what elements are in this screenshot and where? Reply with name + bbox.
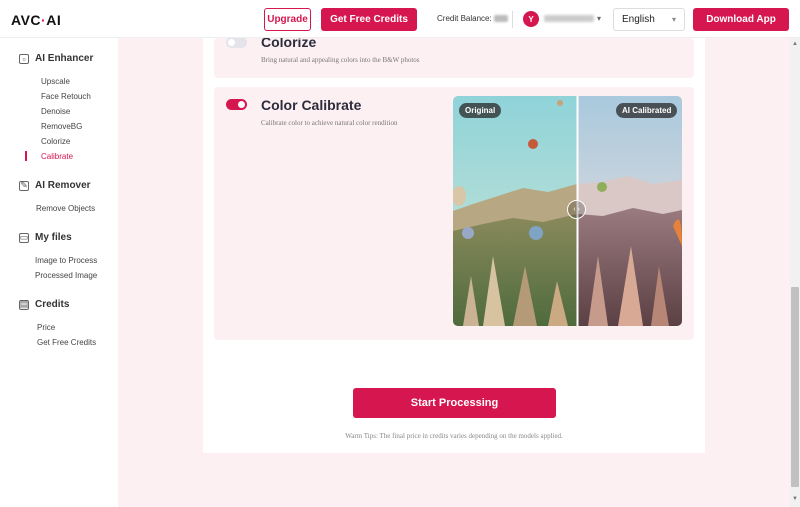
credit-balance-label: Credit Balance: — [437, 14, 492, 23]
sidebar-item-upscale[interactable]: Upscale — [41, 77, 70, 86]
original-label: Original — [459, 103, 502, 118]
warm-tips: Warm Tips: The final price in credits va… — [345, 432, 563, 440]
color-calibrate-description: Calibrate color to achieve natural color… — [261, 119, 398, 127]
image-icon: ▫ — [19, 53, 29, 64]
sidebar-item-face-retouch[interactable]: Face Retouch — [41, 92, 91, 101]
active-indicator — [25, 151, 27, 161]
section-title: AI Enhancer — [35, 53, 94, 64]
chevron-down-icon[interactable]: ▾ — [597, 14, 601, 23]
toggle-knob — [228, 39, 235, 46]
sidebar-item-get-free-credits[interactable]: Get Free Credits — [37, 338, 96, 347]
credit-balance-value-redacted — [493, 15, 508, 23]
user-email-redacted[interactable] — [544, 15, 594, 22]
sidebar-item-price[interactable]: Price — [37, 323, 55, 332]
start-processing-button[interactable]: Start Processing — [353, 388, 556, 418]
sidebar-item-calibrate[interactable]: Calibrate — [41, 152, 73, 161]
color-calibrate-title: Color Calibrate — [261, 97, 362, 113]
folder-icon: ▭ — [19, 232, 29, 243]
language-label: English — [622, 14, 655, 25]
scroll-down-arrow-icon[interactable]: ▼ — [792, 496, 798, 502]
download-app-button[interactable]: Download App — [693, 8, 789, 31]
sidebar-item-processed-image[interactable]: Processed Image — [35, 271, 97, 280]
credit-balance: Credit Balance: — [437, 14, 508, 23]
section-title: AI Remover — [35, 180, 91, 191]
colorize-toggle[interactable] — [226, 37, 247, 48]
sidebar-item-colorize[interactable]: Colorize — [41, 137, 70, 146]
upgrade-button[interactable]: Upgrade — [264, 8, 311, 31]
toggle-knob — [238, 101, 245, 108]
section-title: My files — [35, 232, 72, 243]
section-title: Credits — [35, 299, 70, 310]
language-select[interactable]: English ▾ — [613, 8, 685, 31]
color-calibrate-toggle[interactable] — [226, 99, 247, 110]
sidebar-section-credits[interactable]: ▤ Credits — [19, 299, 69, 310]
sidebar-item-denoise[interactable]: Denoise — [41, 107, 70, 116]
eraser-icon: ✎ — [19, 180, 29, 191]
chevron-down-icon: ▾ — [671, 15, 676, 24]
top-header: AVC·AI Upgrade Get Free Credits Credit B… — [0, 0, 800, 38]
sidebar-item-removebg[interactable]: RemoveBG — [41, 122, 82, 131]
sidebar-section-my-files[interactable]: ▭ My files — [19, 232, 72, 243]
app-logo[interactable]: AVC·AI — [11, 12, 61, 28]
sidebar-item-image-to-process[interactable]: Image to Process — [35, 256, 97, 265]
sidebar-section-ai-remover[interactable]: ✎ AI Remover — [19, 180, 91, 191]
sidebar-section-ai-enhancer[interactable]: ▫ AI Enhancer — [19, 53, 93, 64]
sidebar-item-remove-objects[interactable]: Remove Objects — [36, 204, 95, 213]
avatar[interactable]: Y — [523, 11, 539, 27]
header-divider — [512, 11, 513, 28]
compare-slider-handle[interactable]: ‹ › — [567, 200, 586, 219]
get-free-credits-button[interactable]: Get Free Credits — [321, 8, 417, 31]
scroll-up-arrow-icon[interactable]: ▲ — [792, 41, 798, 47]
scrollbar-thumb[interactable] — [791, 287, 799, 487]
wallet-icon: ▤ — [19, 299, 29, 310]
colorize-description: Bring natural and appealing colors into … — [261, 56, 420, 64]
ai-calibrated-label: AI Calibrated — [616, 103, 678, 118]
